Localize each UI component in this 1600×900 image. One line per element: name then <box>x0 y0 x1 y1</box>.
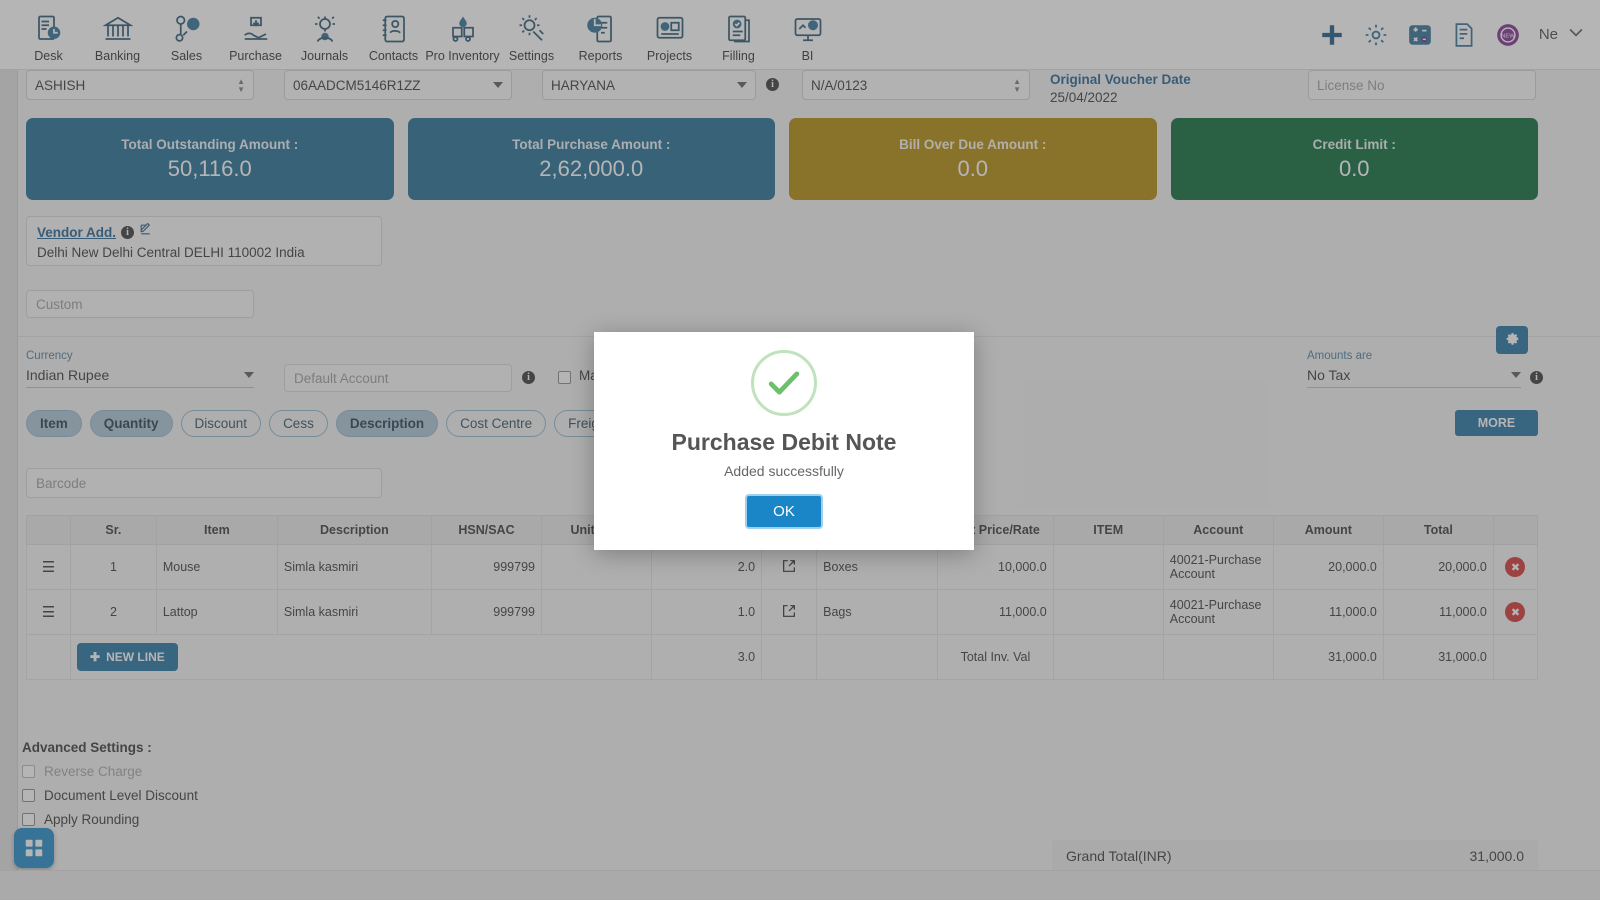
success-dialog: Purchase Debit Note Added successfully O… <box>594 332 974 550</box>
dialog-title: Purchase Debit Note <box>671 429 897 455</box>
success-check-icon <box>751 350 817 416</box>
app-root: Desk Banking Sales Purchase Journals Con… <box>0 0 1600 900</box>
dialog-subtitle: Added successfully <box>724 463 844 479</box>
dialog-ok-button[interactable]: OK <box>745 494 823 529</box>
